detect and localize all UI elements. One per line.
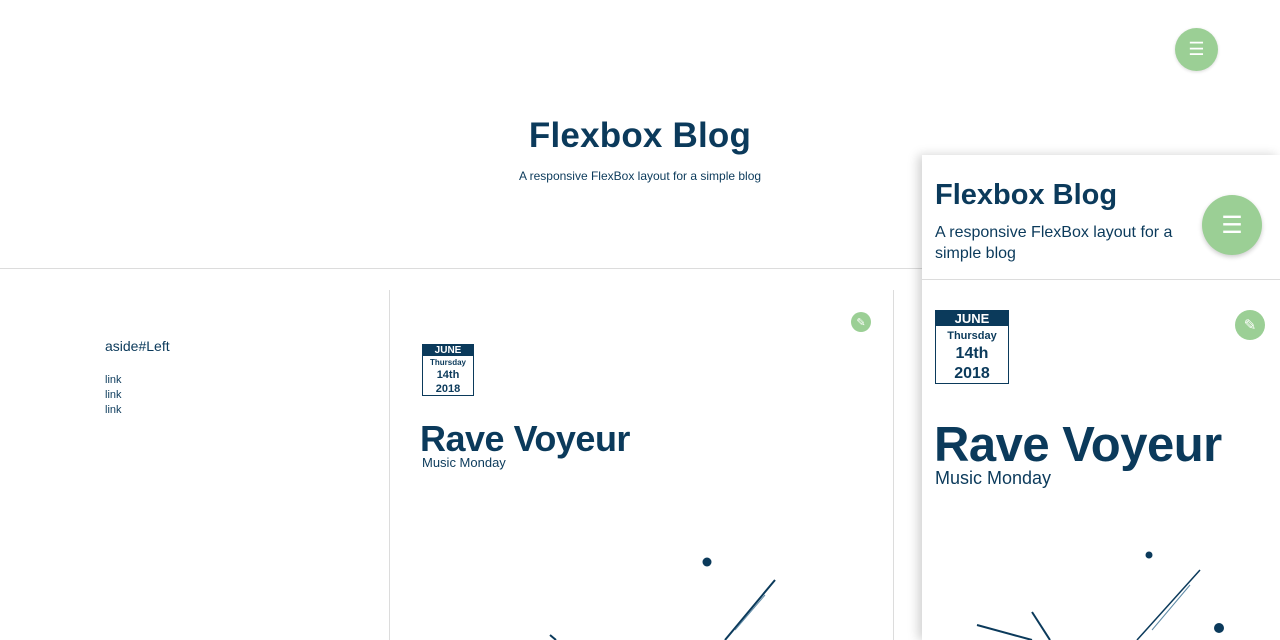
calendar-weekday: Thursday (429, 358, 466, 367)
calendar-month: JUNE (423, 345, 473, 356)
post-category: Music Monday (422, 455, 506, 470)
mobile-edit-post-button[interactable]: ✎ (1235, 310, 1265, 340)
calendar-month: JUNE (936, 311, 1008, 326)
hamburger-icon: ☰ (1188, 39, 1205, 59)
pencil-icon: ✎ (856, 316, 866, 329)
mobile-preview-panel: Flexbox Blog A responsive FlexBox layout… (922, 155, 1280, 640)
aside-left: aside#Left link link link (0, 290, 390, 640)
artwork-ray (549, 634, 557, 640)
pencil-icon: ✎ (1243, 317, 1257, 334)
hamburger-icon: ☰ (1221, 211, 1243, 239)
mobile-menu-button[interactable]: ☰ (1202, 195, 1262, 255)
post-date-calendar: JUNE Thursday 14th 2018 (422, 344, 474, 396)
mobile-post-date-calendar: JUNE Thursday 14th 2018 (935, 310, 1009, 384)
artwork-ray (734, 594, 766, 631)
mobile-header: Flexbox Blog A responsive FlexBox layout… (922, 155, 1280, 280)
mobile-post-title[interactable]: Rave Voyeur (934, 417, 1222, 473)
post-article: ✎ JUNE Thursday 14th 2018 Rave Voyeur Mu… (390, 290, 894, 640)
artwork-dot (702, 557, 712, 567)
aside-title: aside#Left (105, 338, 170, 354)
artwork-ray (976, 624, 1033, 640)
aside-link-list: link link link (105, 373, 122, 418)
artwork-ray (724, 579, 776, 640)
page: ☰ Flexbox Blog A responsive FlexBox layo… (0, 0, 1280, 640)
artwork-dot (1145, 551, 1153, 559)
post-artwork (549, 557, 776, 640)
calendar-year: 2018 (954, 365, 990, 382)
calendar-weekday: Thursday (947, 330, 997, 342)
aside-link[interactable]: link (105, 389, 122, 401)
mobile-site-subtitle: A responsive FlexBox layout for a simple… (935, 224, 1173, 262)
artwork-ray (1136, 569, 1201, 640)
aside-link[interactable]: link (105, 404, 122, 416)
artwork-ray (1031, 611, 1051, 640)
calendar-year: 2018 (435, 383, 461, 395)
artwork-dot (1214, 623, 1224, 633)
mobile-site-title: Flexbox Blog (935, 179, 1118, 211)
post-title[interactable]: Rave Voyeur (420, 418, 630, 460)
calendar-day: 14th (955, 345, 989, 362)
mobile-post-artwork (976, 551, 1224, 640)
menu-button[interactable]: ☰ (1175, 28, 1218, 71)
mobile-post-category: Music Monday (935, 468, 1052, 488)
calendar-day: 14th (436, 369, 460, 381)
edit-post-button[interactable]: ✎ (851, 312, 871, 332)
aside-link[interactable]: link (105, 374, 122, 386)
site-title: Flexbox Blog (528, 116, 752, 155)
artwork-ray (1151, 584, 1191, 631)
